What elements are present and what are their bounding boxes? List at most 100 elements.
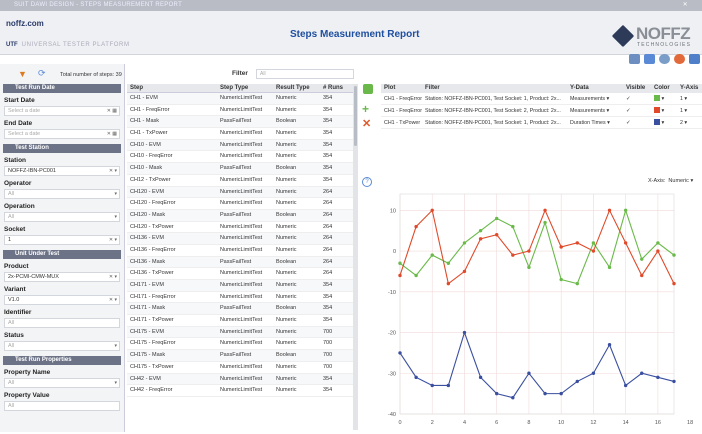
table-row[interactable]: CH120 - Mask PassFailTest Boolean 264: [127, 209, 357, 222]
color-swatch[interactable]: [654, 95, 660, 101]
info-circle-icon[interactable]: ?: [362, 177, 372, 187]
color-picker[interactable]: ▾: [654, 117, 680, 128]
remove-icon[interactable]: ✕: [362, 119, 376, 135]
table-row[interactable]: CH136 - FreqError NumericLimitTest Numeric…: [127, 245, 357, 257]
chevron-down-icon[interactable]: ✕ ▾: [109, 236, 117, 244]
filter-icon[interactable]: ▼: [18, 69, 27, 79]
product-select[interactable]: 2x-PCMI-CMW-MUX ✕ ▾: [4, 272, 120, 282]
col-ydata[interactable]: Y-Data: [570, 84, 626, 93]
table-row[interactable]: CH171 - FreqError NumericLimitTest Numeric…: [127, 292, 357, 304]
plot-row[interactable]: CH1 - FreqError Station: NOFFZ-IBN-PC001,…: [381, 93, 702, 105]
help-icon[interactable]: [674, 54, 685, 64]
chevron-down-icon[interactable]: ▾: [114, 342, 117, 350]
ydata-select[interactable]: Measurements ▾: [570, 93, 626, 104]
section-test-run-properties[interactable]: Test Run Properties: [3, 356, 121, 365]
chevron-down-icon[interactable]: ✕ ▾: [109, 273, 117, 281]
yaxis-select[interactable]: 1 ▾: [680, 93, 702, 104]
chevron-down-icon[interactable]: ▾: [114, 379, 117, 387]
add-plot-left-icon[interactable]: [363, 84, 373, 94]
socket-select[interactable]: 1 ✕ ▾: [4, 235, 120, 245]
visible-checkbox[interactable]: ✓: [626, 93, 654, 104]
plot-row[interactable]: CH1 - FreqError Station: NOFFZ-IBN-PC001,…: [381, 105, 702, 117]
table-row[interactable]: CH12 - TxPower NumericLimitTest Numeric 354: [127, 175, 357, 187]
chevron-down-icon[interactable]: ▾: [114, 213, 117, 221]
table-row[interactable]: CH120 - FreqError NumericLimitTest Numeric…: [127, 198, 357, 210]
table-row[interactable]: CH1 - FreqError NumericLimitTest Numeric 35…: [127, 105, 357, 117]
table-cell: CH42 - EVM: [130, 375, 161, 382]
section-test-station[interactable]: Test Station: [3, 144, 121, 153]
y-tick-label: -30: [388, 371, 396, 377]
col-yaxis[interactable]: Y-Axis: [680, 84, 702, 93]
col-color[interactable]: Color: [654, 84, 680, 93]
col-filter[interactable]: Filter: [425, 84, 570, 93]
property-name-select[interactable]: All ▾: [4, 378, 120, 388]
visible-checkbox[interactable]: ✓: [626, 105, 654, 116]
ydata-select[interactable]: Measurements ▾: [570, 105, 626, 116]
col-step-type[interactable]: Step Type: [220, 84, 276, 92]
color-picker[interactable]: ▾: [654, 105, 680, 116]
table-row[interactable]: CH175 - TxPower NumericLimitTest Numeric 70…: [127, 362, 357, 374]
color-swatch[interactable]: [654, 119, 660, 125]
settings-icon[interactable]: [659, 54, 670, 64]
x-tick-label: 18: [687, 420, 693, 426]
table-row[interactable]: CH136 - Mask PassFailTest Boolean 264: [127, 256, 357, 269]
status-select[interactable]: All ▾: [4, 341, 120, 351]
section-unit-under-test[interactable]: Unit Under Test: [3, 250, 121, 259]
ydata-select[interactable]: Duration Times ▾: [570, 117, 626, 128]
variant-select[interactable]: V1.0 ✕ ▾: [4, 295, 120, 305]
table-row[interactable]: CH136 - TxPower NumericLimitTest Numeric 26…: [127, 268, 357, 280]
property-value-input[interactable]: All: [4, 401, 120, 411]
table-row[interactable]: CH1 - TxPower NumericLimitTest Numeric 354: [127, 128, 357, 140]
screen-icon[interactable]: [629, 54, 640, 64]
table-row[interactable]: CH136 - EVM NumericLimitTest Numeric 264: [127, 233, 357, 245]
yaxis-select[interactable]: 2 ▾: [680, 117, 702, 128]
col-visible[interactable]: Visible: [626, 84, 654, 93]
table-row[interactable]: CH10 - Mask PassFailTest Boolean 354: [127, 163, 357, 175]
table-row[interactable]: CH42 - EVM NumericLimitTest Numeric 354: [127, 373, 357, 386]
identifier-input[interactable]: All: [4, 318, 120, 328]
yaxis-select[interactable]: 1 ▾: [680, 105, 702, 116]
operator-select[interactable]: All ▾: [4, 189, 120, 199]
chevron-down-icon[interactable]: ✕ ▾: [109, 167, 117, 175]
table-row[interactable]: CH42 - FreqError NumericLimitTest Numeric 3…: [127, 385, 357, 397]
operation-select[interactable]: All ▾: [4, 212, 120, 222]
table-row[interactable]: CH120 - EVM NumericLimitTest Numeric 264: [127, 186, 357, 199]
table-row[interactable]: CH10 - FreqError NumericLimitTest Numeric 3…: [127, 151, 357, 164]
table-row[interactable]: CH10 - EVM NumericLimitTest Numeric 354: [127, 139, 357, 152]
filter-input[interactable]: All: [256, 69, 354, 79]
table-row[interactable]: CH171 - Mask PassFailTest Boolean 354: [127, 303, 357, 316]
calendar-icon[interactable]: ✕ ▦: [107, 130, 117, 138]
data-point: [640, 273, 644, 278]
refresh-icon[interactable]: ⟳: [38, 68, 46, 79]
add-icon[interactable]: +: [362, 103, 376, 119]
color-swatch[interactable]: [654, 107, 660, 113]
color-picker[interactable]: ▾: [654, 93, 680, 104]
table-row[interactable]: CH175 - EVM NumericLimitTest Numeric 700: [127, 326, 357, 339]
table-row[interactable]: CH171 - EVM NumericLimitTest Numeric 354: [127, 280, 357, 292]
table-row[interactable]: CH1 - Mask PassFailTest Boolean 354: [127, 116, 357, 129]
start-date-input[interactable]: Select a date ✕ ▦: [4, 106, 120, 116]
table-row[interactable]: CH175 - FreqError NumericLimitTest Numeric…: [127, 338, 357, 351]
table-cell: NumericLimitTest: [220, 176, 263, 183]
col-step[interactable]: Step: [127, 84, 220, 92]
section-test-run-date[interactable]: Test Run Date: [3, 84, 121, 93]
col-runs[interactable]: # Runs: [323, 84, 357, 92]
col-plot[interactable]: Plot: [381, 84, 425, 93]
table-row[interactable]: CH1 - EVM NumericLimitTest Numeric 354: [127, 93, 357, 105]
table-row[interactable]: CH120 - TxPower NumericLimitTest Numeric 26…: [127, 222, 357, 234]
station-select[interactable]: NOFFZ-IBN-PC001 ✕ ▾: [4, 166, 120, 176]
export-icon[interactable]: [644, 54, 655, 64]
table-row[interactable]: CH175 - Mask PassFailTest Boolean 700: [127, 350, 357, 362]
chevron-down-icon[interactable]: ✕ ▾: [109, 296, 117, 304]
table-row[interactable]: CH171 - TxPower NumericLimitTest Numeric 35…: [127, 315, 357, 327]
chevron-down-icon[interactable]: ▾: [114, 190, 117, 198]
visible-checkbox[interactable]: ✓: [626, 117, 654, 128]
window-close-icon[interactable]: ✕: [683, 0, 688, 11]
end-date-input[interactable]: Select a date ✕ ▦: [4, 129, 120, 139]
calendar-icon[interactable]: ✕ ▦: [107, 107, 117, 115]
plot-row[interactable]: CH1 - TxPower Station: NOFFZ-IBN-PC001, T…: [381, 117, 702, 129]
col-result-type[interactable]: Result Type: [276, 84, 323, 92]
steps-scrollbar[interactable]: [353, 84, 358, 430]
info-icon[interactable]: [689, 54, 700, 64]
scrollbar-thumb[interactable]: [354, 86, 357, 146]
